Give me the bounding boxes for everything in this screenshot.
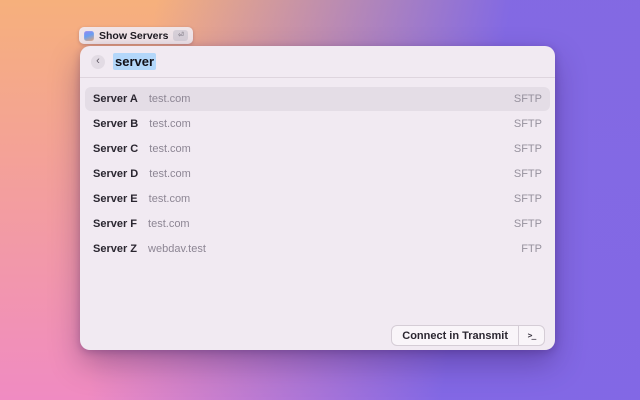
hint-label: Show Servers — [99, 29, 169, 42]
server-protocol: SFTP — [513, 193, 542, 205]
terminal-glyph: >_ — [527, 331, 537, 340]
search-query-selected-text: server — [113, 53, 157, 70]
server-name: Server C — [93, 143, 139, 155]
server-row-d[interactable]: Server D test.com SFTP — [85, 162, 550, 186]
server-protocol: SFTP — [513, 143, 542, 155]
server-name: Server F — [93, 218, 138, 230]
server-row-e[interactable]: Server E test.com SFTP — [85, 187, 550, 211]
server-protocol: SFTP — [513, 93, 542, 105]
server-host: test.com — [148, 93, 191, 105]
server-name: Server D — [93, 168, 139, 180]
server-name: Server E — [93, 193, 138, 205]
server-host: test.com — [149, 118, 191, 130]
server-host: test.com — [149, 168, 191, 180]
chevron-left-icon: ‹ — [96, 54, 100, 67]
back-button[interactable]: ‹ — [91, 54, 105, 69]
search-input[interactable]: server — [113, 53, 157, 70]
server-row-f[interactable]: Server F test.com SFTP — [85, 212, 550, 236]
server-name: Server B — [93, 118, 139, 130]
show-servers-hint[interactable]: Show Servers ⏎ — [79, 27, 194, 44]
server-host: test.com — [148, 193, 191, 205]
server-name: Server A — [93, 93, 138, 105]
quick-connect-panel: ‹ server Server A test.com SFTP Server B… — [80, 46, 555, 350]
server-protocol: FTP — [521, 243, 542, 255]
terminal-icon: >_ — [519, 326, 544, 345]
server-protocol: SFTP — [513, 218, 542, 230]
server-row-c[interactable]: Server C test.com SFTP — [85, 137, 550, 161]
search-bar: ‹ server — [80, 46, 555, 77]
transmit-app-icon — [84, 30, 94, 41]
return-key-badge: ⏎ — [173, 30, 189, 41]
server-host: webdav.test — [148, 243, 206, 255]
connect-button-label: Connect in Transmit — [402, 329, 508, 342]
server-host: test.com — [149, 143, 191, 155]
server-row-z[interactable]: Server Z webdav.test FTP — [85, 237, 550, 261]
server-protocol: SFTP — [513, 168, 542, 180]
connect-in-transmit-button[interactable]: Connect in Transmit >_ — [391, 325, 545, 346]
server-list: Server A test.com SFTP Server B test.com… — [80, 78, 555, 261]
desktop-background: Show Servers ⏎ ‹ server Server A test.co… — [0, 0, 640, 400]
server-row-a[interactable]: Server A test.com SFTP — [85, 87, 550, 111]
server-host: test.com — [148, 218, 190, 230]
server-protocol: SFTP — [513, 118, 542, 130]
server-name: Server Z — [93, 243, 138, 255]
server-row-b[interactable]: Server B test.com SFTP — [85, 112, 550, 136]
